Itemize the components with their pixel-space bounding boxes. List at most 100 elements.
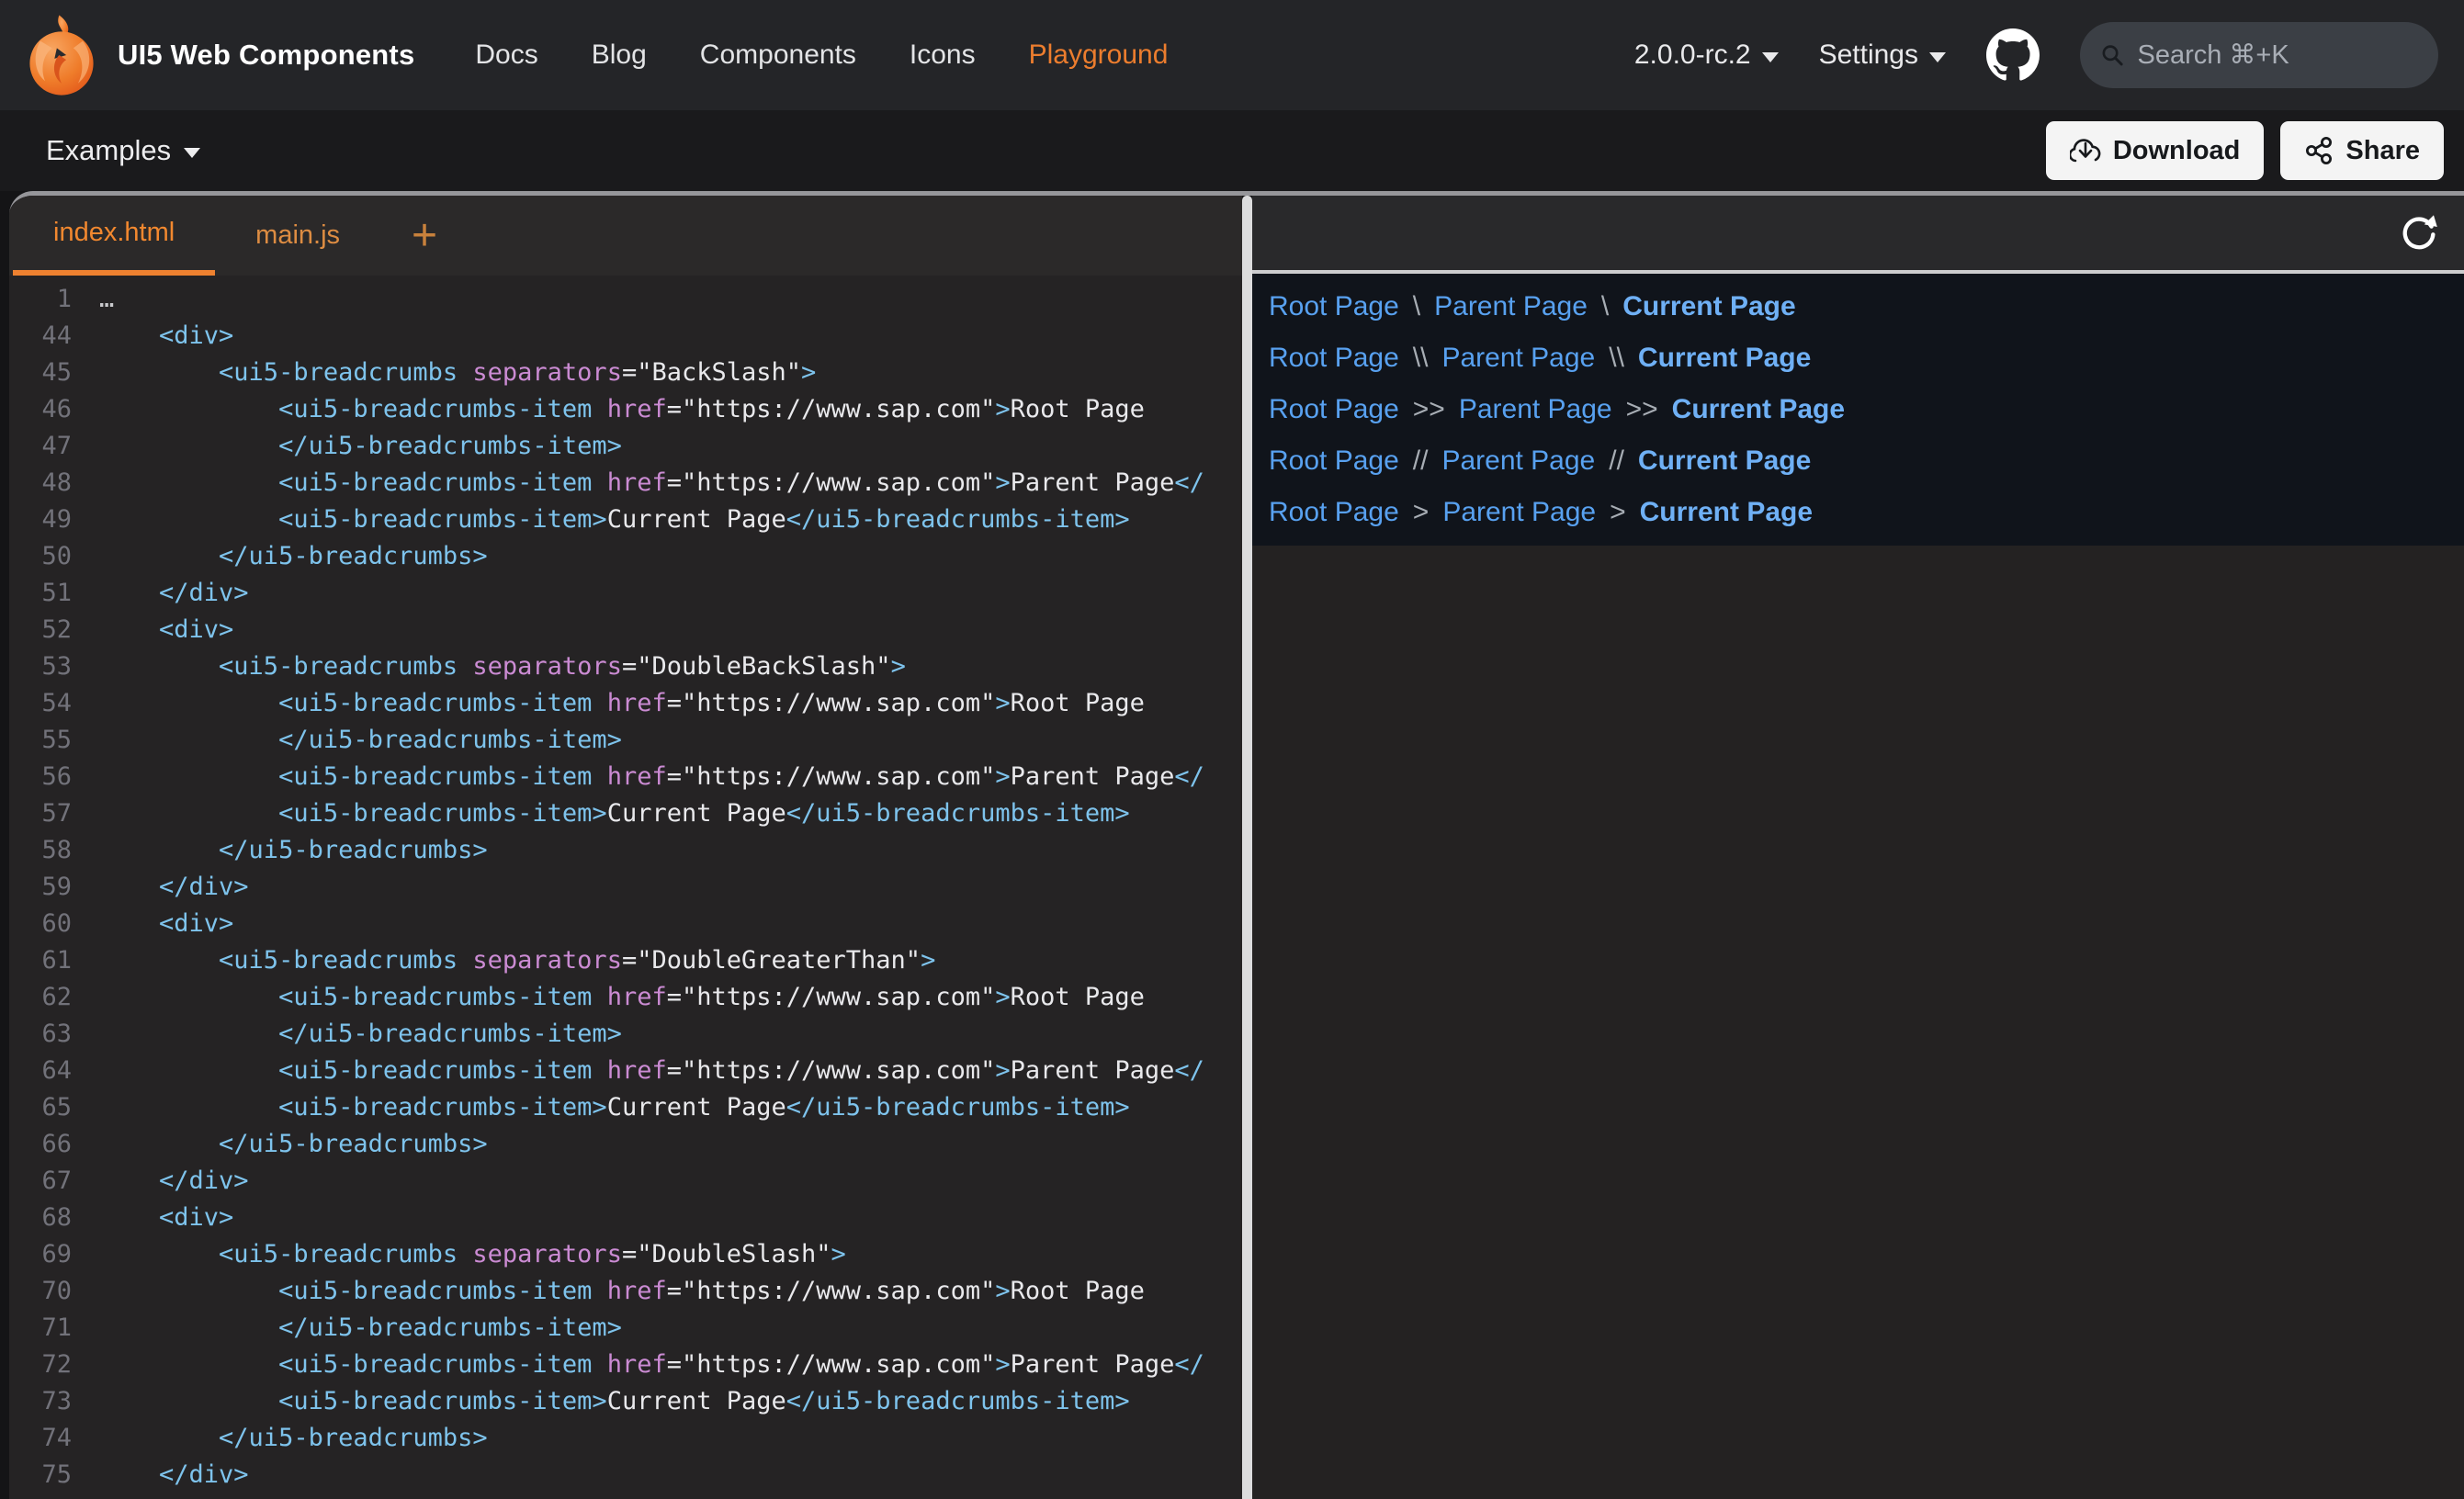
add-tab-button[interactable]: + [412, 196, 437, 276]
breadcrumb-separator: \\ [1413, 343, 1429, 374]
code-line: 66 </ui5-breadcrumbs> [9, 1126, 1242, 1163]
code-line: 46 <ui5-breadcrumbs-item href="https://w… [9, 391, 1242, 428]
preview-background [1252, 546, 2464, 1499]
code-line: 1… [9, 281, 1242, 318]
code-line: 60 <div> [9, 906, 1242, 942]
code-line: 54 <ui5-breadcrumbs-item href="https://w… [9, 685, 1242, 722]
chevron-down-icon [1762, 52, 1779, 62]
code-line: 52 <div> [9, 612, 1242, 648]
line-number: 72 [9, 1347, 72, 1383]
nav-link-icons[interactable]: Icons [910, 39, 976, 71]
line-content: <ui5-breadcrumbs separators="BackSlash"> [72, 355, 816, 391]
breadcrumb-separator: >> [1413, 394, 1445, 425]
line-content: <ui5-breadcrumbs-item href="https://www.… [72, 685, 1145, 722]
line-number: 73 [9, 1383, 72, 1420]
code-line: 71 </ui5-breadcrumbs-item> [9, 1310, 1242, 1347]
refresh-icon[interactable] [2398, 212, 2440, 254]
line-content: <ui5-breadcrumbs-item href="https://www.… [72, 759, 1204, 795]
settings-dropdown[interactable]: Settings [1819, 39, 1946, 71]
line-content: </ui5-breadcrumbs> [72, 1126, 488, 1163]
line-content: </ui5-breadcrumbs> [72, 832, 488, 869]
breadcrumb-link-root[interactable]: Root Page [1269, 291, 1399, 322]
line-content: <ui5-breadcrumbs-item>Current Page</ui5-… [72, 1383, 1130, 1420]
code-line: 61 <ui5-breadcrumbs separators="DoubleGr… [9, 942, 1242, 979]
breadcrumb-separator: // [1609, 445, 1624, 477]
line-number: 68 [9, 1200, 72, 1236]
code-line: 63 </ui5-breadcrumbs-item> [9, 1016, 1242, 1053]
breadcrumb-link-root[interactable]: Root Page [1269, 445, 1399, 477]
search-input[interactable] [2137, 40, 2418, 71]
breadcrumb-link-parent[interactable]: Parent Page [1442, 497, 1596, 528]
breadcrumbs-row: Root Page\Parent Page\Current Page [1269, 281, 2464, 332]
line-content: <div> [72, 1200, 233, 1236]
examples-dropdown[interactable]: Examples [46, 134, 200, 167]
chevron-down-icon [184, 148, 200, 158]
share-icon [2304, 136, 2334, 165]
breadcrumb-link-root[interactable]: Root Page [1269, 394, 1399, 425]
download-label: Download [2113, 136, 2241, 166]
line-content: </ui5-breadcrumbs-item> [72, 1016, 622, 1053]
code-line: 75 </div> [9, 1457, 1242, 1493]
line-number: 66 [9, 1126, 72, 1163]
line-content: … [72, 281, 114, 318]
examples-bar: Examples Download Share [0, 110, 2464, 191]
editor-tabbar: index.htmlmain.js + [9, 196, 1242, 276]
code-line: 55 </ui5-breadcrumbs-item> [9, 722, 1242, 759]
breadcrumb-link-parent[interactable]: Parent Page [1441, 343, 1595, 374]
code-line: 51 </div> [9, 575, 1242, 612]
code-editor[interactable]: index.htmlmain.js+ 1…44 <div>45 <ui5-bre… [9, 196, 1242, 1499]
line-number: 45 [9, 355, 72, 391]
breadcrumbs-row: Root Page>Parent Page>Current Page [1269, 487, 2464, 538]
nav-link-docs[interactable]: Docs [475, 39, 537, 71]
actions: Download Share [2046, 121, 2444, 180]
breadcrumb-separator: // [1413, 445, 1429, 477]
code-area[interactable]: 1…44 <div>45 <ui5-breadcrumbs separators… [9, 276, 1242, 1499]
breadcrumb-separator: > [1610, 497, 1626, 528]
search-box[interactable] [2080, 22, 2438, 88]
line-content: </div> [72, 869, 249, 906]
code-line: 65 <ui5-breadcrumbs-item>Current Page</u… [9, 1089, 1242, 1126]
download-button[interactable]: Download [2046, 121, 2265, 180]
line-content: <ui5-breadcrumbs-item href="https://www.… [72, 1053, 1204, 1089]
line-content: <ui5-breadcrumbs-item>Current Page</ui5-… [72, 795, 1130, 832]
breadcrumbs-row: Root Page\\Parent Page\\Current Page [1269, 332, 2464, 384]
line-content: </div> [72, 1457, 249, 1493]
line-number: 47 [9, 428, 72, 465]
line-number: 48 [9, 465, 72, 502]
tab-index.html[interactable]: index.html [13, 196, 215, 276]
breadcrumb-link-parent[interactable]: Parent Page [1441, 445, 1595, 477]
line-content: </ui5-breadcrumbs-item> [72, 722, 622, 759]
line-content: <ui5-breadcrumbs-item href="https://www.… [72, 465, 1204, 502]
examples-label: Examples [46, 134, 171, 167]
breadcrumb-link-parent[interactable]: Parent Page [1459, 394, 1612, 425]
line-content: <ui5-breadcrumbs-item href="https://www.… [72, 391, 1145, 428]
line-number: 61 [9, 942, 72, 979]
tab-main.js[interactable]: main.js [215, 196, 380, 276]
preview-result: Root Page\Parent Page\Current PageRoot P… [1252, 274, 2464, 546]
line-number: 74 [9, 1420, 72, 1457]
line-number: 52 [9, 612, 72, 648]
share-button[interactable]: Share [2280, 121, 2444, 180]
nav-link-playground[interactable]: Playground [1029, 39, 1169, 71]
nav-link-blog[interactable]: Blog [592, 39, 647, 71]
line-number: 56 [9, 759, 72, 795]
line-content: </ui5-breadcrumbs-item> [72, 1310, 622, 1347]
version-dropdown[interactable]: 2.0.0-rc.2 [1634, 39, 1779, 71]
line-content: <ui5-breadcrumbs separators="DoubleSlash… [72, 1236, 846, 1273]
breadcrumb-link-root[interactable]: Root Page [1269, 497, 1399, 528]
line-number: 63 [9, 1016, 72, 1053]
version-label: 2.0.0-rc.2 [1634, 39, 1751, 71]
line-number: 53 [9, 648, 72, 685]
line-content: <div> [72, 906, 233, 942]
code-line: 53 <ui5-breadcrumbs separators="DoubleBa… [9, 648, 1242, 685]
line-content: </div> [72, 575, 249, 612]
nav-link-components[interactable]: Components [700, 39, 856, 71]
breadcrumb-link-parent[interactable]: Parent Page [1434, 291, 1588, 322]
github-icon[interactable] [1986, 28, 2040, 82]
breadcrumb-separator: >> [1626, 394, 1658, 425]
line-number: 71 [9, 1310, 72, 1347]
line-number: 59 [9, 869, 72, 906]
code-line: 50 </ui5-breadcrumbs> [9, 538, 1242, 575]
breadcrumb-link-root[interactable]: Root Page [1269, 343, 1399, 374]
panel-resize-handle[interactable] [1242, 196, 1252, 1499]
